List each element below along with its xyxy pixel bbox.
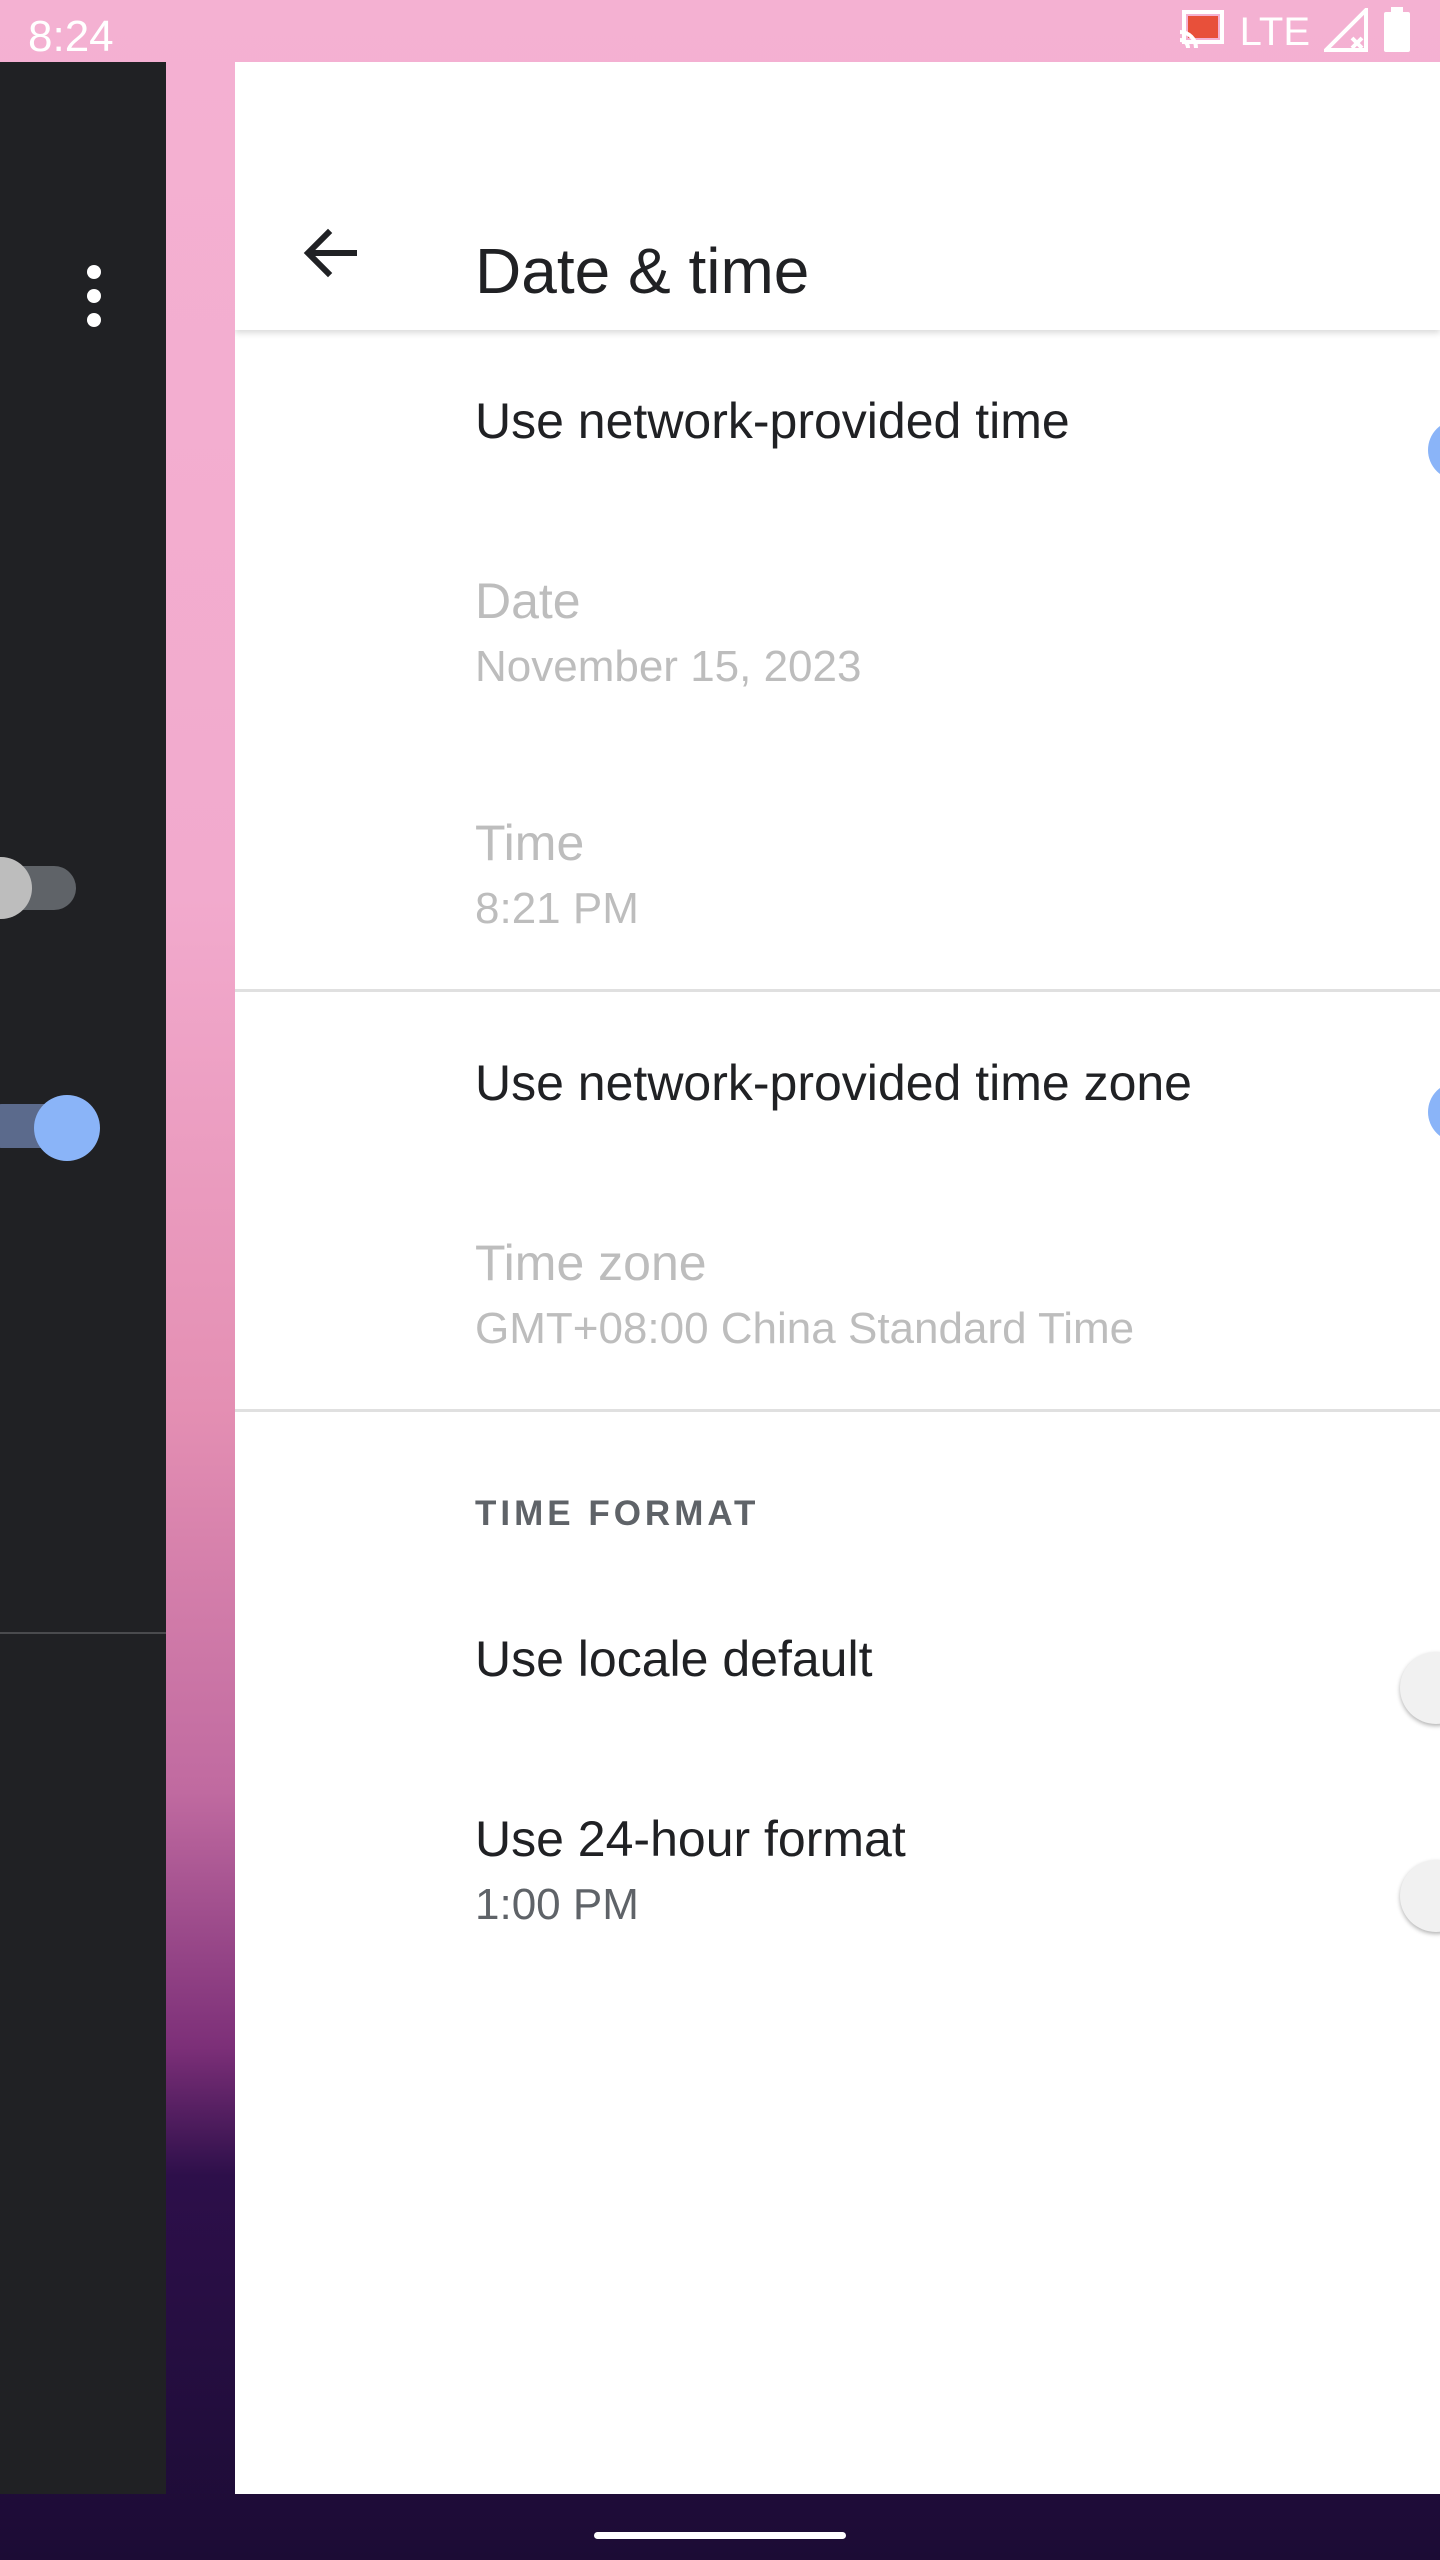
page-title: Date & time <box>475 235 810 307</box>
time-value: 8:21 PM <box>475 884 639 933</box>
arrow-back-icon <box>300 223 360 288</box>
24-hour-format-switch[interactable] <box>1400 1860 1440 1932</box>
home-gesture-handle[interactable] <box>594 2532 846 2539</box>
date-title: Date <box>475 573 581 629</box>
locale-default-title: Use locale default <box>475 1631 873 1687</box>
network-time-zone-switch[interactable] <box>1428 1082 1440 1142</box>
more-options-icon[interactable] <box>76 262 112 332</box>
status-icons: LTE <box>1178 4 1412 57</box>
locale-default-switch[interactable] <box>1400 1652 1440 1724</box>
network-time-title: Use network-provided time <box>475 393 1070 449</box>
status-bar: 8:24 LTE <box>0 0 1440 62</box>
battery-icon <box>1382 6 1412 58</box>
divider <box>235 1409 1440 1412</box>
divider <box>235 989 1440 992</box>
date-value: November 15, 2023 <box>475 642 862 691</box>
signal-icon <box>1321 4 1368 57</box>
24-hour-format-title: Use 24-hour format <box>475 1811 906 1867</box>
time-title: Time <box>475 815 585 871</box>
divider <box>0 1632 166 1634</box>
date-time-settings-card: Date & time Use network-provided time Da… <box>235 62 1440 2494</box>
time-format-header: TIME FORMAT <box>475 1494 760 1533</box>
time-zone-value: GMT+08:00 China Standard Time <box>475 1304 1135 1353</box>
network-time-switch[interactable] <box>1428 420 1440 480</box>
back-button[interactable] <box>285 210 375 300</box>
app-bar: Date & time <box>235 62 1440 330</box>
24-hour-format-example: 1:00 PM <box>475 1880 639 1929</box>
time-zone-title: Time zone <box>475 1235 707 1291</box>
recent-app-card-left[interactable] <box>0 62 166 2494</box>
toggle-thumb-on[interactable] <box>34 1095 100 1161</box>
network-type-label: LTE <box>1239 9 1310 54</box>
cast-icon <box>1178 9 1226 55</box>
network-time-zone-title: Use network-provided time zone <box>475 1055 1192 1111</box>
status-time: 8:24 <box>28 12 114 61</box>
